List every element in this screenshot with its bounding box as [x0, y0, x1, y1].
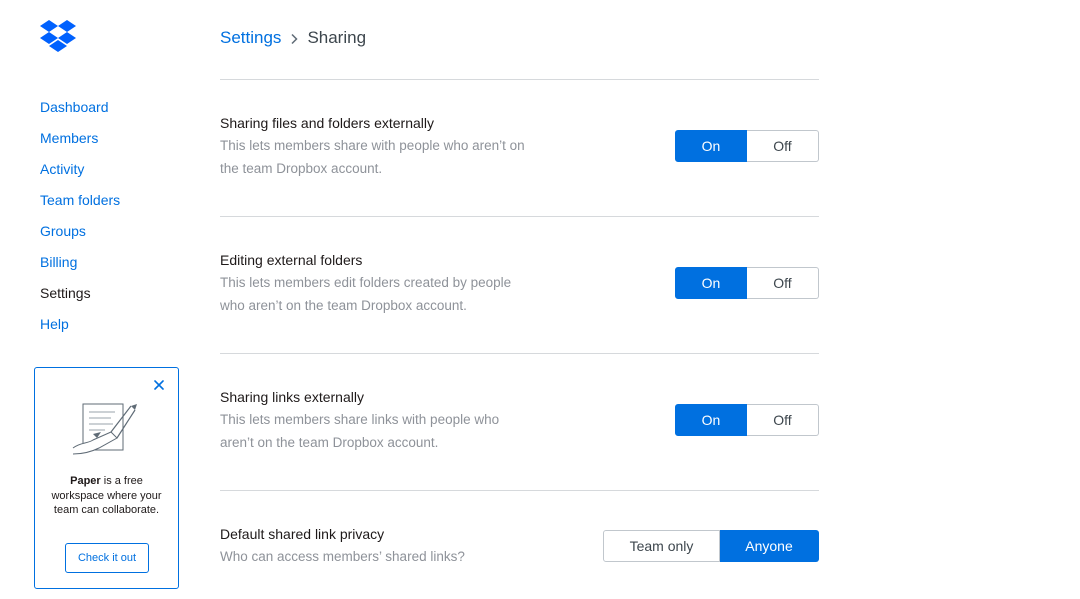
team-only-button[interactable]: Team only — [603, 530, 720, 562]
paper-illustration-icon — [72, 403, 137, 455]
off-button[interactable]: Off — [747, 267, 819, 299]
link-privacy-toggle: Team only Anyone — [603, 530, 819, 562]
divider — [220, 79, 819, 80]
promo-bold-text: Paper — [70, 475, 101, 487]
on-off-toggle: On Off — [675, 404, 819, 436]
off-button[interactable]: Off — [747, 130, 819, 162]
divider — [220, 216, 819, 217]
on-off-toggle: On Off — [675, 130, 819, 162]
on-button[interactable]: On — [675, 404, 747, 436]
paper-promo-card: Paper is a free workspace where your tea… — [34, 367, 179, 589]
sidebar-item-members[interactable]: Members — [40, 123, 120, 154]
on-button[interactable]: On — [675, 130, 747, 162]
breadcrumb: Settings Sharing — [220, 27, 366, 49]
setting-description: This lets members share links with peopl… — [220, 412, 500, 450]
sidebar-item-settings[interactable]: Settings — [40, 278, 120, 309]
sidebar-item-activity[interactable]: Activity — [40, 154, 120, 185]
sidebar-item-billing[interactable]: Billing — [40, 247, 120, 278]
divider — [220, 353, 819, 354]
sidebar-item-groups[interactable]: Groups — [40, 216, 120, 247]
setting-description: This lets members share with people who … — [220, 138, 525, 176]
setting-sharing-files-externally: Sharing files and folders externally Thi… — [220, 113, 819, 180]
breadcrumb-current: Sharing — [307, 28, 367, 47]
promo-body-text: is a free workspace where your team can … — [51, 475, 162, 516]
sidebar-item-dashboard[interactable]: Dashboard — [40, 92, 120, 123]
setting-description: This lets members edit folders created b… — [220, 275, 512, 313]
sidebar-item-team-folders[interactable]: Team folders — [40, 185, 120, 216]
check-it-out-button[interactable]: Check it out — [65, 543, 149, 573]
sidebar-nav: Dashboard Members Activity Team folders … — [40, 92, 120, 340]
chevron-right-icon — [291, 33, 298, 44]
on-button[interactable]: On — [675, 267, 747, 299]
setting-description: Who can access members’ shared links? — [220, 549, 465, 564]
breadcrumb-settings-link[interactable]: Settings — [220, 28, 281, 47]
setting-editing-external-folders: Editing external folders This lets membe… — [220, 250, 819, 317]
on-off-toggle: On Off — [675, 267, 819, 299]
divider — [220, 490, 819, 491]
off-button[interactable]: Off — [747, 404, 819, 436]
close-icon[interactable] — [152, 378, 166, 392]
anyone-button[interactable]: Anyone — [720, 530, 819, 562]
promo-text: Paper is a free workspace where your tea… — [43, 474, 170, 518]
dropbox-logo-icon[interactable] — [40, 20, 76, 54]
setting-sharing-links-externally: Sharing links externally This lets membe… — [220, 387, 819, 454]
sidebar-item-help[interactable]: Help — [40, 309, 120, 340]
setting-default-shared-link-privacy: Default shared link privacy Who can acce… — [220, 524, 819, 568]
